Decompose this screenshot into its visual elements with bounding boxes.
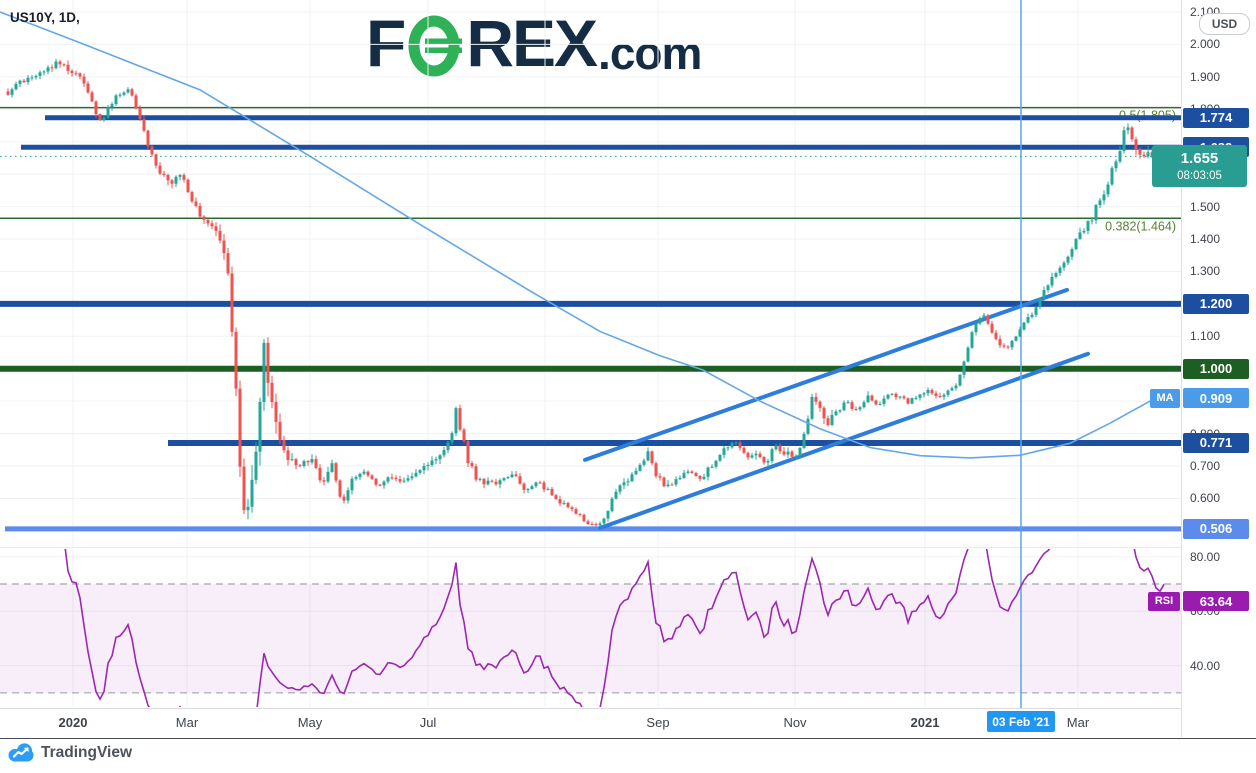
price-tick-label: 1.500 xyxy=(1190,200,1220,214)
time-tick-label: 2020 xyxy=(59,715,88,730)
currency-toggle-button[interactable]: USD xyxy=(1199,13,1250,35)
price-tick-label: 0.700 xyxy=(1190,459,1220,473)
rsi-band xyxy=(0,584,1181,693)
time-scale[interactable]: 2020 Mar May Jul Sep Nov 2021 Mar xyxy=(0,708,1256,738)
price-level-badge: 0.909 xyxy=(1183,388,1249,408)
price-level-badge: 1.200 xyxy=(1183,294,1249,314)
time-tick-label: May xyxy=(298,715,323,730)
current-price-badge: 1.655 08:03:05 xyxy=(1152,145,1247,187)
price-tick-label: 0.600 xyxy=(1190,491,1220,505)
price-tick-label: 2.000 xyxy=(1190,37,1220,51)
event-date-badge: 03 Feb '21 xyxy=(987,711,1055,732)
price-tick-label: 1.100 xyxy=(1190,329,1220,343)
ma-line[interactable] xyxy=(0,12,1165,458)
tradingview-logo[interactable]: TradingView xyxy=(8,743,132,762)
time-tick-label: Sep xyxy=(646,715,669,730)
rsi-chip: RSI xyxy=(1148,592,1180,611)
price-level-badge: 0.771 xyxy=(1183,433,1249,453)
tradingview-text: TradingView xyxy=(41,744,132,762)
channel-upper-line[interactable] xyxy=(585,290,1067,460)
price-level-badge: 1.774 xyxy=(1183,108,1249,128)
price-tick-label: 1.400 xyxy=(1190,232,1220,246)
time-tick-label: Jul xyxy=(420,715,437,730)
time-tick-label: 2021 xyxy=(911,715,940,730)
symbol-legend[interactable]: US10Y, 1D, xyxy=(10,10,80,25)
time-tick-label: Nov xyxy=(783,715,806,730)
current-price-value: 1.655 xyxy=(1181,149,1219,169)
price-tick-label: 1.300 xyxy=(1190,264,1220,278)
time-tick-label: Mar xyxy=(176,715,198,730)
ma-chip: MA xyxy=(1150,389,1180,408)
tradingview-icon xyxy=(8,743,35,762)
bar-countdown: 08:03:05 xyxy=(1177,169,1222,184)
price-level-badge: 1.000 xyxy=(1183,359,1249,379)
fib-label: 0.382(1.464) xyxy=(1105,219,1176,233)
rsi-tick-label: 80.00 xyxy=(1190,550,1220,564)
price-level-badge: 0.506 xyxy=(1183,519,1249,539)
chart-canvas[interactable]: 0.5(1.805)0.382(1.464) xyxy=(0,0,1181,737)
time-tick-label: Mar xyxy=(1067,715,1089,730)
chart-window: F REX .com 0.5(1.805)0.382(1.464) US10Y,… xyxy=(0,0,1256,773)
rsi-tick-label: 40.00 xyxy=(1190,659,1220,673)
price-level-badge: 63.64 xyxy=(1183,591,1249,611)
price-scale[interactable]: 2.1002.0001.9001.8001.6001.5001.4001.300… xyxy=(1181,0,1256,737)
price-tick-label: 1.900 xyxy=(1190,70,1220,84)
